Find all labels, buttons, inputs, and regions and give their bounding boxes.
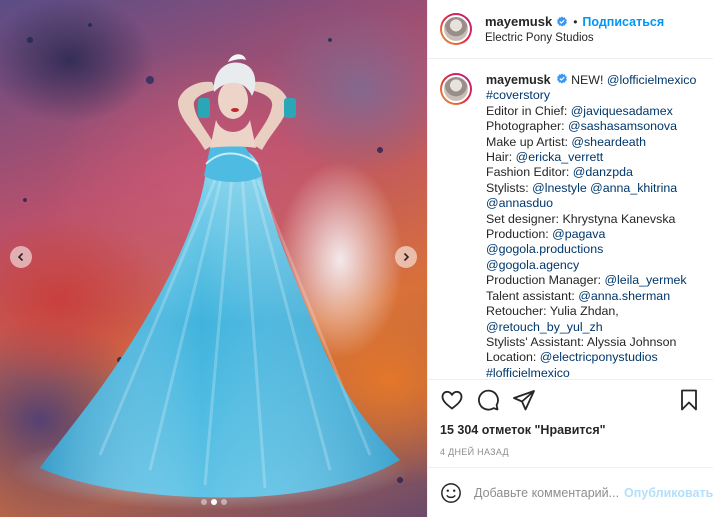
comment-input[interactable] xyxy=(474,485,624,500)
caption-link[interactable]: @gogola.agency xyxy=(486,258,579,272)
caption-link[interactable]: @leila_yermek xyxy=(604,273,686,287)
carousel-dot xyxy=(220,499,227,505)
caption-link[interactable]: @ericka_verrett xyxy=(516,150,604,164)
post-timestamp[interactable]: 4 ДНЕЙ НАЗАД xyxy=(428,441,713,467)
carousel-prev-button[interactable] xyxy=(10,246,32,268)
caption-link[interactable]: @lofficielmexico xyxy=(607,73,696,87)
caption-line-text: NEW! xyxy=(571,73,607,87)
caption-line: @gogola.agency xyxy=(486,258,696,273)
caption-line-text: Make up Artist: xyxy=(486,134,572,149)
post-photo xyxy=(10,54,410,510)
caption-line-text: Editor in Chief: xyxy=(486,103,571,118)
header-separator: • xyxy=(573,14,578,29)
caption-line-text: Set designer: Khrystyna Kanevska xyxy=(486,211,676,226)
caption-area[interactable]: mayemusk NEW! @lofficielmexico #coversto… xyxy=(428,59,713,379)
avatar-image xyxy=(442,15,470,43)
caption-username[interactable]: mayemusk xyxy=(486,73,551,87)
caption-line: @annasduo xyxy=(486,196,696,211)
carousel-next-button[interactable] xyxy=(395,246,417,268)
caption-line: Production Manager: @leila_yermek xyxy=(486,273,696,288)
caption-avatar[interactable] xyxy=(440,73,472,105)
caption-link[interactable]: @sashasamsonova xyxy=(568,119,677,133)
caption-link[interactable]: @danzpda xyxy=(573,165,633,179)
heart-icon[interactable] xyxy=(440,388,464,412)
caption: mayemusk NEW! @lofficielmexico #coversto… xyxy=(440,73,701,379)
caption-link[interactable]: #coverstory xyxy=(486,88,550,102)
chevron-left-icon xyxy=(17,252,24,262)
caption-line: @gogola.productions xyxy=(486,242,696,257)
follow-button[interactable]: Подписаться xyxy=(582,15,664,29)
caption-text: mayemusk NEW! @lofficielmexico #coversto… xyxy=(486,73,696,379)
caption-line: #lofficielmexico xyxy=(486,366,696,379)
carousel-dot-active xyxy=(210,499,217,505)
caption-line: Photographer: @sashasamsonova xyxy=(486,119,696,134)
caption-line-text: Talent assistant: xyxy=(486,288,579,303)
emoji-icon[interactable] xyxy=(440,482,462,504)
caption-line: Set designer: Khrystyna Kanevska xyxy=(486,212,696,227)
caption-line: @retouch_by_yul_zh xyxy=(486,320,696,335)
caption-line-text: Production Manager: xyxy=(486,273,605,288)
caption-link[interactable]: @electricponystudios xyxy=(540,350,658,364)
caption-line: Make up Artist: @sheardeath xyxy=(486,135,696,150)
caption-line: Stylists' Assistant: Alyssia Johnson xyxy=(486,335,696,350)
comment-box: Опубликовать xyxy=(428,467,713,517)
caption-link[interactable]: @sheardeath xyxy=(571,135,646,149)
carousel-indicator xyxy=(0,499,427,505)
caption-line: Editor in Chief: @javiquesadamex xyxy=(486,104,696,119)
caption-line-text: Stylists' Assistant: Alyssia Johnson xyxy=(486,334,677,349)
bookmark-icon[interactable] xyxy=(677,388,701,412)
post-header: mayemusk • Подписаться Electric Pony Stu… xyxy=(428,0,713,59)
likes-count[interactable]: 15 304 отметок "Нравится" xyxy=(428,419,713,441)
caption-line-text: Location: xyxy=(486,350,540,365)
caption-line: Retoucher: Yulia Zhdan, xyxy=(486,304,696,319)
comment-icon[interactable] xyxy=(476,388,500,412)
post-frame: mayemusk • Подписаться Electric Pony Stu… xyxy=(0,0,713,517)
caption-line-text: Retoucher: Yulia Zhdan, xyxy=(486,304,619,319)
avatar-image xyxy=(442,75,470,103)
caption-line: Talent assistant: @anna.sherman xyxy=(486,289,696,304)
post-side-panel: mayemusk • Подписаться Electric Pony Stu… xyxy=(427,0,713,517)
post-location[interactable]: Electric Pony Studios xyxy=(485,32,664,44)
author-username[interactable]: mayemusk xyxy=(485,14,552,29)
caption-line: Production: @pagava xyxy=(486,227,696,242)
caption-line-text: Hair: xyxy=(486,150,516,165)
carousel-dot xyxy=(200,499,207,505)
post-media[interactable] xyxy=(0,0,427,517)
caption-line: #coverstory xyxy=(486,88,696,103)
action-bar xyxy=(428,379,713,419)
header-row: mayemusk • Подписаться xyxy=(485,14,664,29)
caption-line: mayemusk NEW! @lofficielmexico xyxy=(486,73,696,88)
caption-line: Stylists: @lnestyle @anna_khitrina xyxy=(486,181,696,196)
caption-link[interactable]: @anna.sherman xyxy=(578,289,670,303)
caption-line-text: Photographer: xyxy=(486,119,568,134)
verified-badge-icon xyxy=(557,73,567,84)
caption-link[interactable]: @pagava xyxy=(552,227,605,241)
caption-line: Fashion Editor: @danzpda xyxy=(486,165,696,180)
caption-link[interactable]: @lnestyle @anna_khitrina xyxy=(532,181,677,195)
caption-link[interactable]: @retouch_by_yul_zh xyxy=(486,320,603,334)
caption-line-text: Production: xyxy=(486,227,553,242)
chevron-right-icon xyxy=(403,252,410,262)
caption-line-text: Stylists: xyxy=(486,180,533,195)
caption-link[interactable]: @javiquesadamex xyxy=(571,104,673,118)
header-text: mayemusk • Подписаться Electric Pony Stu… xyxy=(485,14,664,44)
caption-line-text: Fashion Editor: xyxy=(486,165,573,180)
caption-link[interactable]: #lofficielmexico xyxy=(486,366,570,379)
verified-badge-icon xyxy=(557,16,568,26)
caption-line: Location: @electricponystudios xyxy=(486,350,696,365)
caption-line: Hair: @ericka_verrett xyxy=(486,150,696,165)
publish-button[interactable]: Опубликовать xyxy=(624,486,713,500)
caption-link[interactable]: @gogola.productions xyxy=(486,242,603,256)
share-icon[interactable] xyxy=(512,388,536,412)
avatar[interactable] xyxy=(440,13,472,45)
caption-link[interactable]: @annasduo xyxy=(486,196,553,210)
